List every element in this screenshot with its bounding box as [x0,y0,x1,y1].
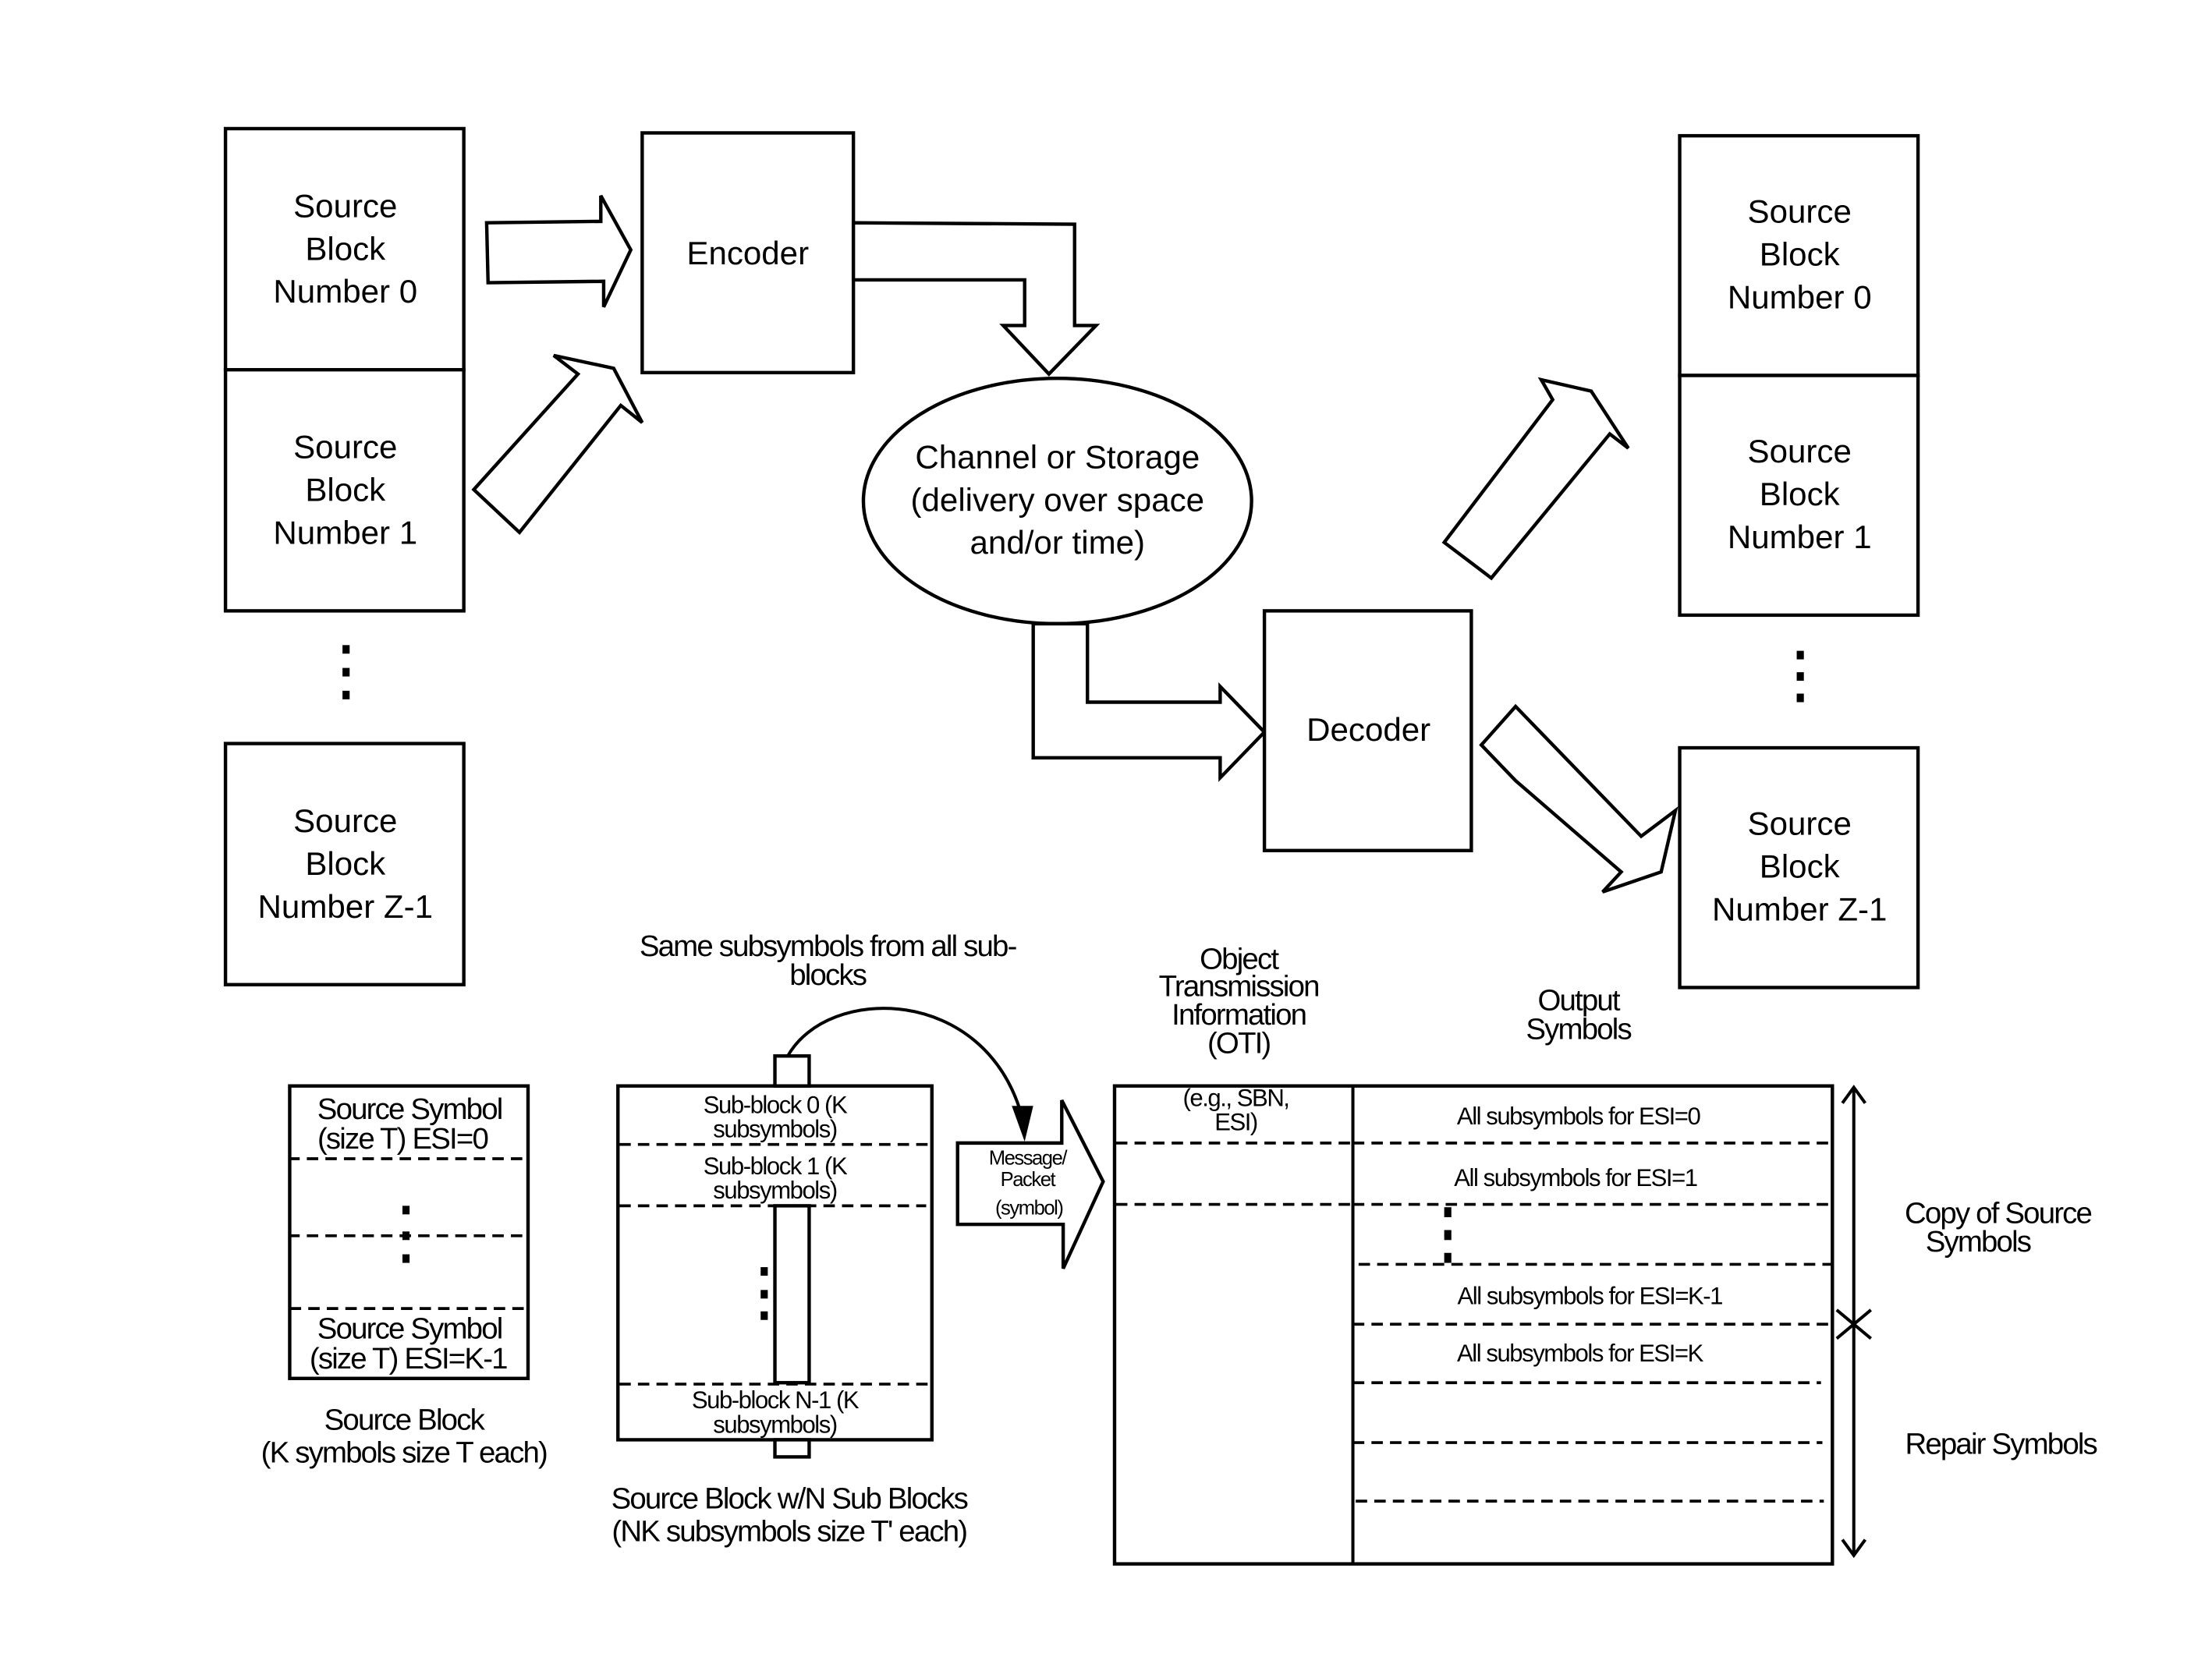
sub-block-n-1-line1: Sub-block N-1 (K [692,1386,860,1414]
left-sbz-line2: Block [305,845,386,882]
encoder-label: Encoder [686,235,809,271]
fec-diagram: Source Block Number 0 Source Block Numbe… [223,126,2098,1566]
arrow-decoder-to-sbz [1479,703,1678,894]
channel-or-storage: Channel or Storage (delivery over space … [861,376,1253,626]
diagram-canvas: Source Block Number 0 Source Block Numbe… [0,0,2212,1664]
source-block-sub-blocks: Sub-block 0 (K subsymbols) Sub-block 1 (… [616,1054,934,1459]
message-line3: (symbol) [995,1197,1062,1219]
channel-line3: and/or time) [970,524,1146,561]
right-source-block-1: Source Block Number 1 [1678,374,1920,618]
decoder-block: Decoder [1262,609,1473,852]
output-row-esi-k-1: All subsymbols for ESI=K-1 [1457,1283,1722,1310]
sub-block-0-line2: subsymbols) [713,1116,837,1143]
arrow-channel-to-decoder [1031,621,1267,782]
channel-line2: (delivery over space [911,481,1205,518]
source-symbol-last-line2: (size T) ESI=K-1 [310,1342,507,1375]
message-line2: Packet [1001,1169,1056,1191]
left-source-block-0: Source Block Number 0 [223,126,466,372]
source-block-k-symbols: Source Symbol (size T) ESI=0 Source Symb… [288,1084,530,1380]
subsymbol-strip-top [773,1054,811,1088]
source-symbol-first-line1: Source Symbol [317,1092,502,1126]
left-source-block-z-1: Source Block Number Z-1 [223,742,466,986]
source-symbol-last-line1: Source Symbol [317,1312,502,1346]
left-sbz-line1: Source [293,802,397,839]
right-ellipsis-dots [1796,650,1804,703]
right-sb1-line1: Source [1748,433,1852,469]
message-packet-arrow: Message/ Packet (symbol) [955,1099,1105,1269]
oti-cell-line1: (e.g., SBN, [1183,1084,1289,1111]
message-line1: Message/ [989,1147,1069,1169]
oti-heading-line4: (OTI) [1207,1027,1270,1060]
bracket-arrow [1835,1085,1872,1559]
left-sbz-line3: Number Z-1 [258,888,433,925]
right-sb0-line3: Number 0 [1728,279,1872,316]
channel-line1: Channel or Storage [915,438,1200,475]
source-block-caption-line2: (K symbols size T each) [261,1436,547,1470]
left-sb1-line1: Source [293,429,397,466]
curved-arrow-head [1012,1106,1033,1142]
oti-cell-line2: ESI) [1214,1108,1257,1135]
right-sb0-line2: Block [1760,236,1841,273]
encoder-block: Encoder [640,131,856,375]
sub-blocks-caption-line1: Source Block w/N Sub Blocks [611,1482,968,1515]
output-symbols-table: (e.g., SBN, ESI) All subsymbols for ESI=… [1112,1084,1834,1566]
source-symbol-first-line2: (size T) ESI=0 [317,1122,488,1156]
left-ellipsis-dots [342,645,350,699]
output-row-esi-0: All subsymbols for ESI=0 [1457,1103,1701,1130]
output-symbols-heading-line2: Symbols [1526,1012,1631,1046]
sub-block-1-line1: Sub-block 1 (K [704,1152,848,1180]
sub-blocks-heading-line2: blocks [789,958,867,992]
repair-symbols-label: Repair Symbols [1905,1428,2097,1461]
left-sb0-line2: Block [305,230,386,267]
sub-block-n-1-line2: subsymbols) [713,1411,837,1438]
arrow-sb1-to-encoder [471,353,644,535]
source-block-caption-line1: Source Block [324,1404,486,1437]
left-sb0-line1: Source [293,187,397,224]
right-source-block-0: Source Block Number 0 [1678,133,1920,377]
arrow-encoder-to-channel [851,221,1101,377]
right-sbz-line1: Source [1748,805,1852,842]
left-sb0-line3: Number 0 [273,273,417,310]
output-row-esi-1: All subsymbols for ESI=1 [1454,1164,1697,1191]
left-source-block-1: Source Block Number 1 [223,367,466,613]
sub-block-0-line1: Sub-block 0 (K [704,1091,848,1118]
output-row-esi-k: All subsymbols for ESI=K [1457,1340,1704,1367]
copy-of-source-line2: Symbols [1926,1225,2031,1259]
sub-blocks-caption-line2: (NK subsymbols size T' each) [611,1514,966,1548]
right-source-block-z-1: Source Block Number Z-1 [1678,745,1920,990]
arrow-sb0-to-encoder [484,194,633,308]
left-sb1-line3: Number 1 [273,514,417,551]
decoder-label: Decoder [1306,711,1430,748]
right-sb1-line2: Block [1760,476,1841,512]
left-sb1-line2: Block [305,472,386,508]
subsymbol-strip-bottom [773,1438,811,1459]
right-sbz-line2: Block [1760,848,1841,885]
right-sbz-line3: Number Z-1 [1712,890,1887,927]
right-sb0-line1: Source [1748,193,1852,230]
arrow-decoder-to-sb1 [1441,377,1630,581]
subsymbol-strip-middle [773,1204,811,1385]
right-sb1-line3: Number 1 [1728,519,1872,555]
sub-block-1-line2: subsymbols) [713,1177,837,1204]
